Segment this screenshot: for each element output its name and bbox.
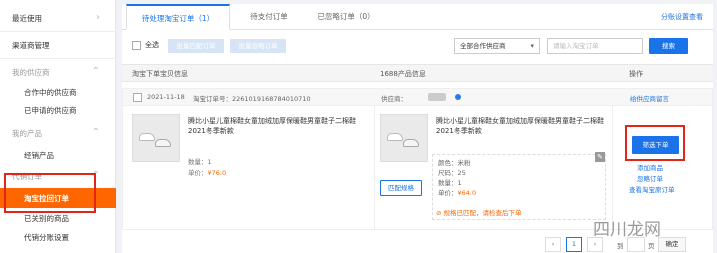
supplier-select-value: 全部合作供应商 bbox=[460, 42, 506, 50]
prev-page-button[interactable]: ‹ bbox=[545, 237, 561, 252]
spec-warning: ⊘ 规格已匹配，请检查后下单 bbox=[436, 207, 522, 217]
batch-ignore-button[interactable]: 批量忽略订单 bbox=[230, 39, 286, 53]
chevron-down-icon: ▾ bbox=[530, 42, 534, 50]
toolbar: 全选 批量匹配订单 批量忽略订单 全部合作供应商 ▾ 搜索 bbox=[122, 36, 713, 56]
sidebar-item-taobao-orders[interactable]: 淘宝拉回订单 bbox=[0, 188, 116, 208]
spec-qty: 数量：1 bbox=[438, 179, 462, 187]
price-value: ¥64.0 bbox=[457, 189, 477, 197]
sidebar-item-label: 渠道商管理 bbox=[12, 40, 50, 50]
edit-icon[interactable]: ✎ bbox=[595, 152, 605, 162]
search-input[interactable] bbox=[547, 38, 643, 54]
sidebar-item-label: 已关别的商品 bbox=[24, 213, 69, 223]
sidebar-group-label: 代销订单 bbox=[12, 171, 42, 181]
header-1688-product: 1688产品信息 bbox=[380, 70, 426, 78]
chevron-right-icon: › bbox=[96, 12, 100, 23]
header-taobao-item: 淘宝下单宝贝信息 bbox=[132, 70, 188, 78]
taobao-qty: 数量：1 bbox=[188, 158, 212, 166]
tab-bar: 待处理淘宝订单（1） 待支付订单 已忽略订单（0） 分账设置查看 bbox=[122, 4, 713, 30]
page-label: 页 bbox=[648, 242, 655, 250]
ignore-order-link[interactable]: 忽略订单 bbox=[637, 173, 663, 183]
search-button[interactable]: 搜索 bbox=[649, 38, 688, 54]
ali-product-title[interactable]: 腾比小星儿童棉鞋女童加绒加厚保暖鞋男童鞋子二棉鞋2021冬季新款 bbox=[436, 116, 608, 136]
sidebar-item-channel[interactable]: 渠道商管理 bbox=[0, 35, 116, 55]
sidebar-item-recent[interactable]: 最近使用 › bbox=[0, 8, 116, 28]
price-label: 单价： bbox=[188, 169, 208, 177]
header-actions: 操作 bbox=[629, 70, 643, 78]
sidebar: 最近使用 › 渠道商管理 我的供应商 ⌃ 合作中的供应商 已申请的供应商 我的产… bbox=[0, 0, 116, 253]
select-all-checkbox[interactable] bbox=[132, 40, 141, 50]
spec-price: 单价：¥64.0 bbox=[438, 187, 476, 197]
sidebar-group-suppliers[interactable]: 我的供应商 ⌃ bbox=[0, 62, 116, 82]
shoe-shape bbox=[155, 139, 171, 147]
shoe-shape bbox=[387, 133, 403, 141]
sidebar-item-applied-suppliers[interactable]: 已申请的供应商 bbox=[0, 100, 116, 120]
batch-match-button[interactable]: 批量匹配订单 bbox=[168, 39, 224, 53]
chevron-up-icon: ⌃ bbox=[91, 170, 100, 181]
sidebar-item-label: 经销产品 bbox=[24, 150, 54, 160]
place-order-button[interactable]: 筛选下单 bbox=[632, 136, 679, 154]
sidebar-item-linked-products[interactable]: 已关别的商品 bbox=[0, 208, 116, 228]
confirm-page-button[interactable]: 确定 bbox=[658, 237, 686, 252]
spec-size: 尺码：25 bbox=[438, 169, 466, 177]
wangwang-icon[interactable] bbox=[455, 94, 461, 100]
view-taobao-order-link[interactable]: 查看淘宝原订单 bbox=[629, 184, 675, 194]
chevron-up-icon: ⌃ bbox=[91, 127, 100, 138]
ali-product-image[interactable] bbox=[380, 114, 428, 162]
select-all-label: 全选 bbox=[145, 41, 159, 49]
page-1-button[interactable]: 1 bbox=[566, 237, 582, 252]
taobao-price: 单价：¥76.0 bbox=[188, 167, 226, 177]
chevron-up-icon: ⌃ bbox=[91, 66, 100, 77]
warning-icon: ⊘ bbox=[436, 209, 444, 217]
shoe-shape bbox=[139, 133, 155, 141]
sidebar-item-label: 淘宝拉回订单 bbox=[24, 193, 69, 203]
taobao-product-title[interactable]: 腾比小星儿童棉鞋女童加绒加厚保暖鞋男童鞋子二棉鞋2021冬季新款 bbox=[188, 116, 364, 136]
spec-color: 颜色：米粉 bbox=[438, 159, 471, 167]
shoe-shape bbox=[403, 139, 419, 147]
sidebar-group-label: 我的产品 bbox=[12, 128, 42, 138]
match-spec-button[interactable]: 匹配规格 bbox=[380, 180, 422, 196]
split-settings-link[interactable]: 分账设置查看 bbox=[661, 4, 703, 30]
sidebar-group-consignment[interactable]: 代销订单 ⌃ bbox=[0, 166, 116, 186]
supplier-label: 供应商： bbox=[381, 95, 407, 103]
supplier-select[interactable]: 全部合作供应商 ▾ bbox=[454, 38, 540, 54]
sidebar-item-label: 合作中的供应商 bbox=[24, 87, 77, 97]
select-all[interactable]: 全选 bbox=[132, 40, 159, 50]
sidebar-group-label: 我的供应商 bbox=[12, 67, 50, 77]
sidebar-item-split-settings[interactable]: 代销分账设置 bbox=[0, 227, 116, 247]
sidebar-item-active-suppliers[interactable]: 合作中的供应商 bbox=[0, 82, 116, 102]
sidebar-item-label: 已申请的供应商 bbox=[24, 105, 77, 115]
divider bbox=[612, 106, 613, 230]
divider bbox=[374, 106, 375, 230]
supplier-name-redacted bbox=[428, 93, 446, 101]
goto-label: 到 bbox=[617, 242, 624, 250]
divider bbox=[0, 31, 116, 32]
divider bbox=[0, 58, 116, 59]
price-label: 单价： bbox=[438, 189, 458, 197]
tab-ignored[interactable]: 已忽略订单（0） bbox=[306, 4, 386, 30]
price-value: ¥76.0 bbox=[207, 169, 227, 177]
sidebar-group-products[interactable]: 我的产品 ⌃ bbox=[0, 123, 116, 143]
contact-supplier-link[interactable]: 给供应商留言 bbox=[630, 93, 669, 103]
order-header-row: 2021-11-18 淘宝订单号：2261019168784010710 供应商… bbox=[122, 88, 713, 106]
order-date: 2021-11-18 bbox=[147, 93, 185, 101]
sidebar-item-label: 代销分账设置 bbox=[24, 232, 69, 242]
sidebar-item-label: 最近使用 bbox=[12, 13, 42, 23]
sidebar-item-distribution-products[interactable]: 经销产品 bbox=[0, 145, 116, 165]
tab-pending[interactable]: 待处理淘宝订单（1） bbox=[126, 4, 230, 30]
add-product-link[interactable]: 添加商品 bbox=[637, 162, 663, 172]
watermark-text: 四川龙网 bbox=[593, 220, 661, 240]
warning-text: 规格已匹配，请检查后下单 bbox=[443, 209, 522, 217]
table-header: 淘宝下单宝贝信息 1688产品信息 操作 bbox=[122, 64, 713, 82]
taobao-product-image[interactable] bbox=[132, 114, 180, 162]
order-checkbox[interactable] bbox=[133, 93, 142, 102]
tab-unpaid[interactable]: 待支付订单 bbox=[234, 4, 304, 30]
order-number: 淘宝订单号：2261019168784010710 bbox=[193, 95, 311, 103]
